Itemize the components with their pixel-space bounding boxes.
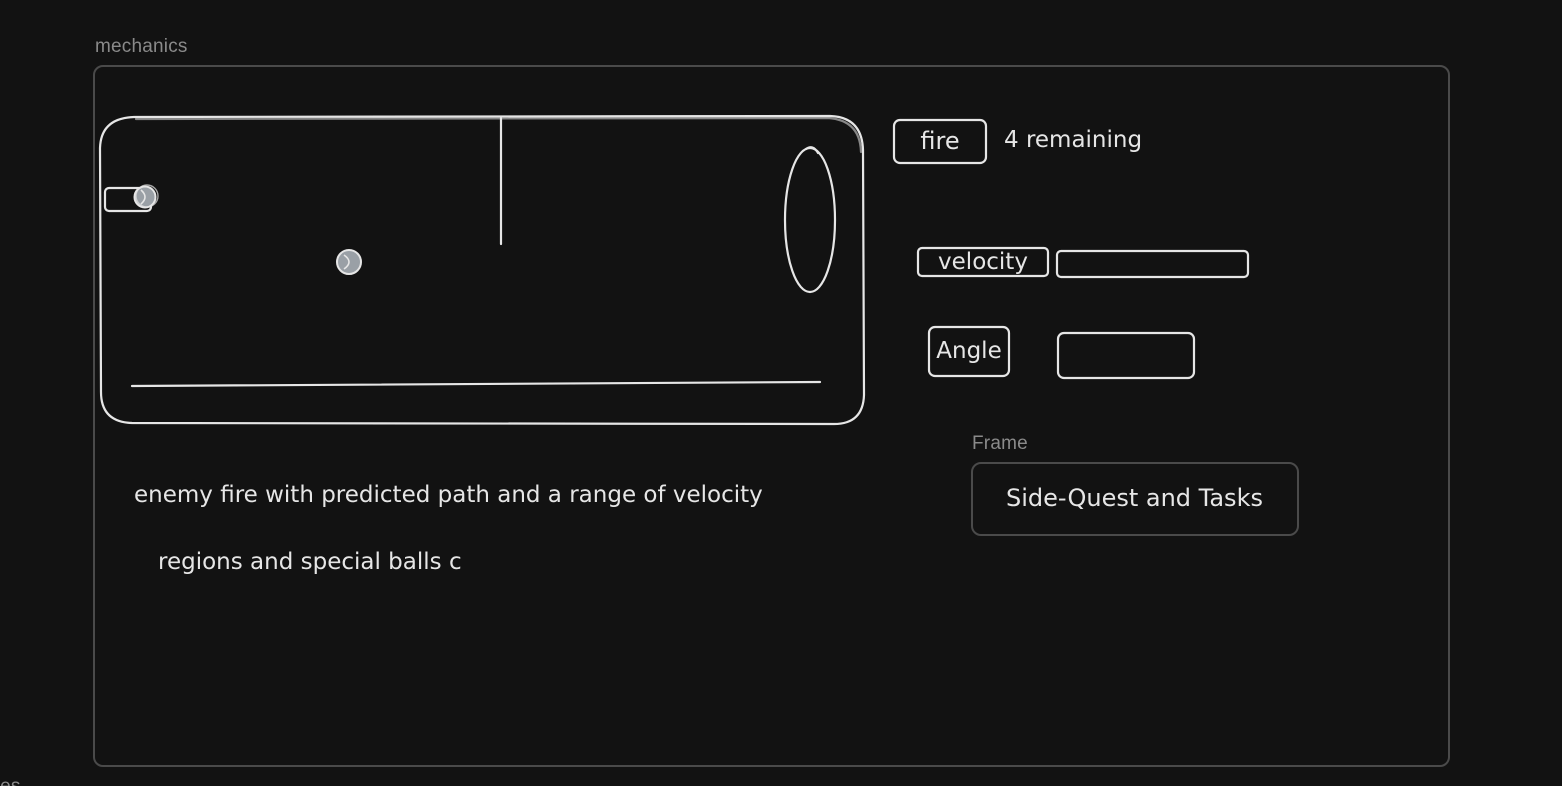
mechanics-note-line-2[interactable]: regions and special balls c bbox=[158, 549, 462, 575]
side-quest-frame[interactable]: Side-Quest and Tasks bbox=[971, 462, 1299, 536]
angle-input[interactable] bbox=[1058, 333, 1194, 378]
target-ellipse bbox=[783, 146, 837, 294]
ball-near-cannon bbox=[133, 184, 159, 209]
velocity-label: velocity bbox=[938, 249, 1028, 275]
whiteboard-canvas[interactable]: mechanics fire 4 remaining velocity Angl… bbox=[0, 0, 1562, 786]
shots-remaining-text: 4 remaining bbox=[1004, 127, 1143, 153]
side-quest-label: Side-Quest and Tasks bbox=[1006, 484, 1263, 512]
sketch-layer bbox=[98, 114, 1250, 426]
ground-line bbox=[130, 380, 822, 388]
game-field bbox=[98, 114, 866, 426]
frame-title-next[interactable]: ices bbox=[0, 776, 21, 786]
angle-label: Angle bbox=[936, 338, 1002, 364]
fire-button[interactable]: fire bbox=[894, 120, 986, 163]
mechanics-note-line-1[interactable]: enemy fire with predicted path and a ran… bbox=[134, 482, 763, 508]
ball-in-flight bbox=[336, 249, 362, 275]
frame-title-inner[interactable]: Frame bbox=[972, 433, 1028, 455]
velocity-input[interactable] bbox=[1057, 251, 1248, 277]
fire-button-label: fire bbox=[920, 127, 960, 155]
